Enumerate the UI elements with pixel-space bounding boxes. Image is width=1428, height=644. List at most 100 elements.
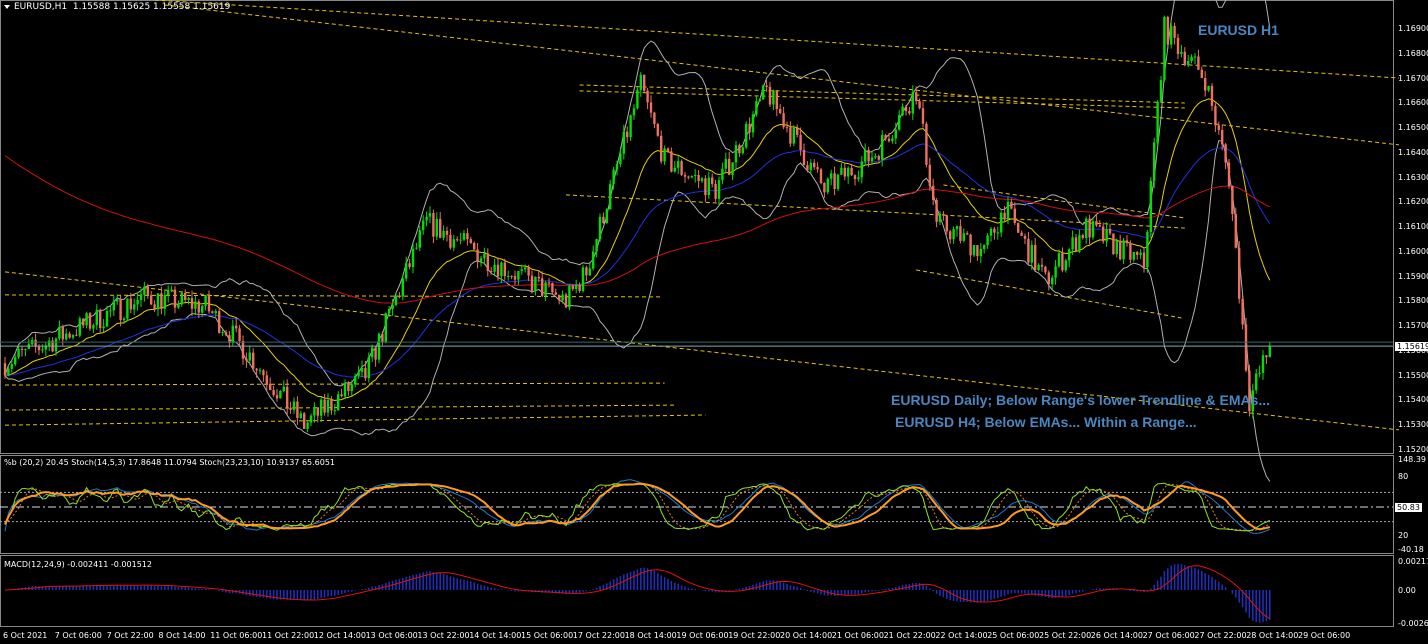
candle-body [1265, 355, 1268, 358]
candle-body [843, 167, 846, 177]
time-axis-label: 17 Oct 22:00 [572, 631, 625, 640]
candle-body [894, 129, 897, 139]
candle-body [1221, 129, 1224, 145]
candle-body [942, 213, 945, 216]
price-axis-label: 1.15800 [1398, 296, 1428, 306]
candle-body [554, 292, 557, 295]
candle-body [1268, 346, 1271, 358]
candle-body [401, 278, 404, 297]
candle-body [853, 175, 857, 180]
chart-canvas[interactable] [0, 0, 1428, 644]
candle-body [799, 134, 802, 151]
candle-body [486, 253, 489, 271]
price-axis-label: 1.16400 [1398, 147, 1428, 157]
candle-body [163, 295, 166, 309]
candle-body [755, 101, 758, 115]
time-axis-label: 21 Oct 22:00 [883, 631, 936, 640]
candle-body [561, 294, 564, 301]
candle-body [180, 292, 183, 305]
candle-body [1224, 144, 1227, 163]
time-axis-label: 25 Oct 06:00 [987, 631, 1040, 640]
time-axis-label: 11 Oct 22:00 [262, 631, 315, 640]
candle-body [1091, 221, 1095, 238]
candle-body [306, 422, 309, 429]
candle-body [374, 347, 377, 360]
candle-body [394, 296, 398, 305]
candle-body [656, 123, 659, 136]
candle-body [371, 347, 374, 358]
candle-body [609, 184, 612, 210]
price-axis-label: 1.15700 [1398, 321, 1428, 331]
candle-body [85, 313, 88, 326]
candle-body [99, 309, 102, 329]
candle-body [813, 162, 816, 168]
candle-body [167, 290, 170, 296]
candle-body [1061, 253, 1064, 271]
candle-body [1241, 298, 1244, 325]
candle-body [333, 410, 336, 412]
candle-body [462, 233, 466, 240]
candle-body [1017, 222, 1020, 233]
candle-body [255, 368, 258, 371]
candle-body [1081, 235, 1084, 239]
candle-body [292, 401, 296, 410]
h4-annotation: EURUSD H4; Below EMAs... Within a Range.… [895, 414, 1197, 430]
candle-body [571, 285, 574, 289]
candle-body [904, 106, 908, 112]
candle-body [184, 292, 187, 301]
time-axis-label: 28 Oct 14:00 [1246, 631, 1299, 640]
candle-body [1176, 37, 1180, 54]
candle-body [1132, 252, 1135, 260]
price-axis-label: 1.16600 [1398, 98, 1428, 108]
high-value: 1.15625 [112, 2, 151, 12]
candle-body [187, 297, 190, 301]
candle-body [1000, 212, 1003, 233]
candle-body [585, 267, 588, 276]
candle-body [602, 216, 605, 223]
candle-body [993, 228, 996, 233]
candle-body [214, 311, 217, 314]
price-axis-label: 1.15400 [1398, 395, 1428, 405]
candle-body [537, 276, 540, 279]
candle-body [836, 174, 840, 189]
candle-body [309, 415, 313, 423]
candle-body [1142, 252, 1146, 268]
candle-body [41, 349, 44, 351]
candle-body [452, 239, 455, 248]
candle-body [116, 299, 119, 302]
candle-body [666, 148, 670, 152]
price-axis-label: 1.15500 [1398, 370, 1428, 380]
candle-body [745, 123, 748, 148]
candle-body [534, 276, 537, 292]
price-axis-label: 1.16100 [1398, 222, 1428, 232]
candle-body [136, 299, 139, 305]
candle-body [411, 248, 415, 268]
time-axis-label: 18 Oct 14:00 [624, 631, 677, 640]
candle-body [819, 169, 823, 183]
candle-body [435, 219, 438, 237]
candle-body [139, 294, 143, 300]
candle-body [493, 264, 496, 272]
candle-body [326, 400, 330, 413]
time-axis-label: 27 Oct 06:00 [1142, 631, 1195, 640]
candle-body [340, 394, 343, 397]
candle-body [224, 332, 228, 336]
candle-body [1054, 266, 1057, 278]
candle-body [503, 262, 506, 277]
time-axis-label: 7 Oct 06:00 [54, 631, 102, 640]
candle-body [547, 282, 551, 284]
candle-body [966, 233, 969, 235]
candle-body [989, 228, 993, 236]
candle-body [530, 275, 534, 292]
candle-body [173, 289, 177, 308]
candle-body [857, 177, 860, 180]
candle-body [143, 286, 146, 295]
candle-body [908, 111, 911, 114]
candle-body [1136, 252, 1139, 255]
candle-body [731, 162, 734, 175]
candle-body [792, 127, 795, 144]
candle-body [972, 245, 976, 256]
dropdown-triangle-icon[interactable] [4, 4, 10, 9]
candle-body [105, 311, 109, 327]
stoch-axis-20: 20 [1398, 531, 1409, 540]
